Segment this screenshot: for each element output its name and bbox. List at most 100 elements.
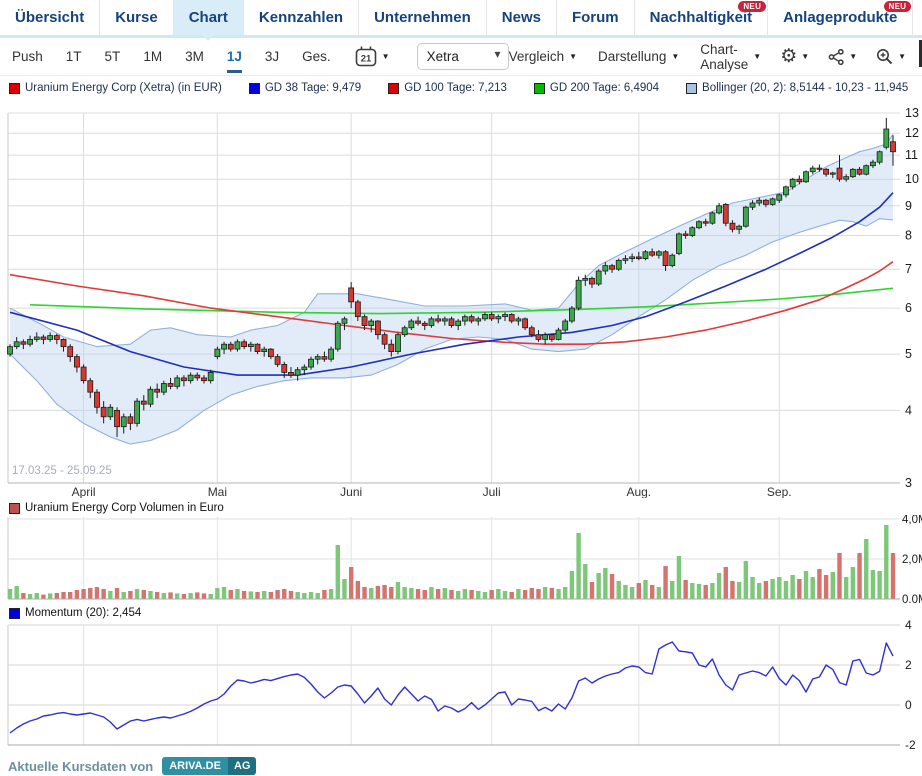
svg-text:21: 21: [360, 54, 371, 65]
legend-label: GD 200 Tage: 6,4904: [550, 82, 659, 94]
menu-darstellung[interactable]: Darstellung ▼: [598, 49, 679, 64]
menu-chart-analyse[interactable]: Chart-Analyse ▼: [700, 42, 761, 72]
nav-tab-chart[interactable]: Chart: [174, 0, 244, 35]
nav-tabs: Übersicht KurseChart Kennzahlen Unternehmen…: [0, 0, 922, 38]
range-button-3j[interactable]: 3J: [265, 49, 279, 64]
nav-tab-label: Kennzahlen: [259, 9, 343, 26]
svg-text:7: 7: [905, 262, 912, 276]
range-button-5t[interactable]: 5T: [105, 49, 121, 64]
chevron-down-icon: ▼: [801, 53, 809, 61]
legend-item: Uranium Energy Corp Volumen in Euro: [9, 502, 224, 514]
menu-label: Darstellung: [598, 49, 666, 64]
legend-swatch: [534, 83, 545, 94]
menu-vergleich[interactable]: Vergleich▼: [509, 49, 577, 64]
nav-tab-unternehmen[interactable]: Unternehmen: [359, 0, 487, 35]
menu-label: Chart-Analyse: [700, 42, 748, 72]
svg-text:Aug.: Aug.: [626, 485, 651, 498]
zoom-button[interactable]: ▼: [876, 48, 906, 66]
nav-tab-label: Forum: [572, 9, 619, 26]
range-button-1m[interactable]: 1M: [143, 49, 162, 64]
new-badge: NEU: [884, 1, 912, 12]
legend-label: Uranium Energy Corp (Xetra) (in EUR): [25, 82, 222, 94]
svg-text:12: 12: [905, 126, 919, 140]
zoom-in-icon: [876, 48, 894, 66]
nav-tab-kennzahlen[interactable]: Kennzahlen: [244, 0, 359, 35]
price-chart-legend: Uranium Energy Corp (Xetra) (in EUR) GD 3…: [0, 76, 922, 96]
svg-text:4: 4: [905, 620, 912, 632]
legend-item: GD 200 Tage: 6,4904: [534, 82, 659, 94]
nav-tab-label: Anlageprodukte: [783, 9, 897, 26]
svg-text:3: 3: [905, 476, 912, 490]
range-button-ges[interactable]: Ges.: [302, 49, 331, 64]
nav-tab-uebersicht[interactable]: Übersicht: [0, 0, 100, 35]
nav-tab-forum[interactable]: Forum: [557, 0, 635, 35]
legend-label: Bollinger (20, 2): 8,5144 - 10,23 - 11,9…: [702, 82, 908, 94]
range-buttons: 1T 5T 1M 3M 1J 3J Ges.: [66, 49, 331, 64]
data-source-footer: Aktuelle Kursdaten von ARIVA.DE AG: [8, 757, 256, 775]
calendar-icon: 21: [354, 45, 378, 68]
svg-text:Sep.: Sep.: [767, 485, 792, 498]
legend-swatch: [249, 83, 260, 94]
svg-text:5: 5: [905, 347, 912, 361]
legend-item: Bollinger (20, 2): 8,5144 - 10,23 - 11,9…: [686, 82, 908, 94]
legend-item: Uranium Energy Corp (Xetra) (in EUR): [9, 82, 222, 94]
chevron-down-icon: ▼: [382, 53, 390, 61]
momentum-chart-legend: Momentum (20): 2,454: [0, 603, 922, 620]
svg-text:-2: -2: [905, 738, 916, 750]
chevron-down-icon: ▼: [753, 53, 761, 61]
price-chart[interactable]: AprilMaiJuniJuliAug.Sep.1312111098765431…: [0, 96, 922, 498]
calendar-button[interactable]: 21 ▼: [354, 45, 390, 68]
legend-item: GD 100 Tage: 7,213: [388, 82, 507, 94]
ariva-logo[interactable]: ARIVA.DE AG: [162, 757, 256, 775]
legend-label: Uranium Energy Corp Volumen in Euro: [25, 502, 224, 514]
new-badge: NEU: [738, 1, 766, 12]
nav-tab-nachhaltigkeit[interactable]: NachhaltigkeitNEU: [635, 0, 769, 35]
svg-text:2,0M: 2,0M: [902, 554, 922, 566]
nav-tab-label: Übersicht: [15, 9, 84, 26]
legend-swatch: [388, 83, 399, 94]
svg-text:0: 0: [905, 698, 912, 712]
range-button-3m[interactable]: 3M: [185, 49, 204, 64]
legend-swatch: [9, 83, 20, 94]
share-button[interactable]: ▼: [828, 49, 857, 65]
volume-chart[interactable]: 4,0M2,0M0,0M: [0, 515, 922, 603]
svg-text:10: 10: [905, 172, 919, 186]
legend-item: Momentum (20): 2,454: [9, 607, 141, 619]
svg-text:2: 2: [905, 658, 912, 672]
range-button-1j[interactable]: 1J: [227, 49, 242, 64]
chart-toolbar: Push 1T 5T 1M 3M 1J 3J Ges. 21 ▼ Xetra Verglei…: [0, 38, 922, 76]
svg-text:9: 9: [905, 199, 912, 213]
legend-label: GD 38 Tage: 9,479: [265, 82, 361, 94]
chevron-down-icon: ▼: [671, 53, 679, 61]
svg-text:11: 11: [905, 148, 918, 162]
nav-tab-label: Unternehmen: [374, 9, 471, 26]
svg-text:13: 13: [905, 106, 919, 120]
chart-section: Uranium Energy Corp (Xetra) (in EUR) GD 3…: [0, 76, 922, 750]
toolbar-left: Push 1T 5T 1M 3M 1J 3J Ges. 21 ▼ Xetra: [12, 43, 509, 70]
svg-text:Juli: Juli: [483, 485, 501, 498]
push-button[interactable]: Push: [12, 49, 43, 64]
nav-tab-label: Nachhaltigkeit: [650, 9, 753, 26]
range-button-1t[interactable]: 1T: [66, 49, 82, 64]
svg-text:0,0M: 0,0M: [902, 594, 922, 603]
svg-text:6: 6: [905, 301, 912, 315]
svg-text:4: 4: [905, 403, 912, 417]
gear-icon: ⚙: [780, 47, 797, 66]
volume-chart-legend: Uranium Energy Corp Volumen in Euro: [0, 498, 922, 515]
legend-label: GD 100 Tage: 7,213: [404, 82, 507, 94]
nav-tab-anlageprodukte[interactable]: AnlageprodukteNEU: [768, 0, 913, 35]
svg-text:8: 8: [905, 229, 912, 243]
nav-tab-news[interactable]: News: [487, 0, 557, 35]
footer-text: Aktuelle Kursdaten von: [8, 759, 153, 774]
nav-tab-kurse[interactable]: Kurse: [100, 0, 174, 35]
chevron-down-icon: ▼: [898, 53, 906, 61]
exchange-select[interactable]: Xetra: [417, 43, 509, 70]
connections-icon: [828, 49, 845, 65]
momentum-chart[interactable]: 4 2 0 -2: [0, 620, 922, 750]
legend-item: GD 38 Tage: 9,479: [249, 82, 361, 94]
svg-text:17.03.25 - 25.09.25: 17.03.25 - 25.09.25: [12, 465, 112, 477]
settings-button[interactable]: ⚙ ▼: [780, 47, 809, 66]
legend-swatch: [9, 503, 20, 514]
legend-swatch: [686, 83, 697, 94]
chevron-down-icon: ▼: [569, 53, 577, 61]
